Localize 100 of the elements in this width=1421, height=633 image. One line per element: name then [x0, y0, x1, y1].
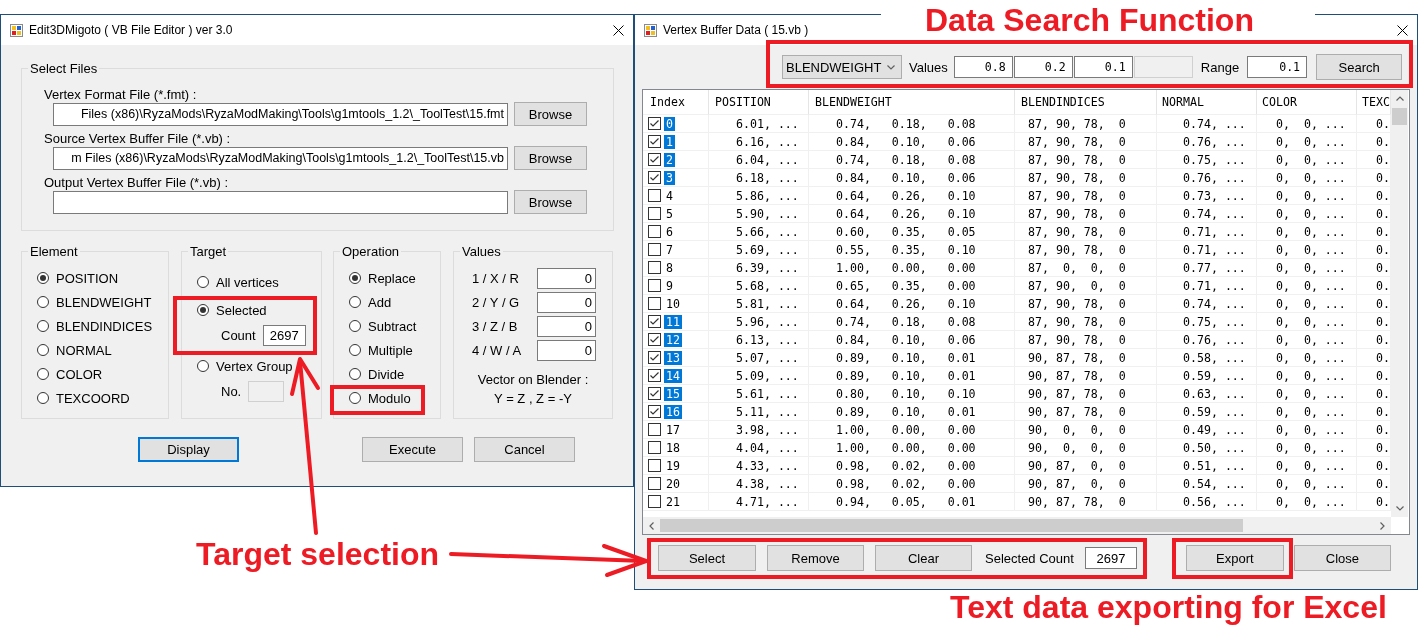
radio-option[interactable]: BLENDWEIGHT	[37, 294, 152, 310]
count-field[interactable]: 2697	[262, 324, 306, 346]
row-checkbox[interactable]	[648, 243, 661, 256]
row-index: 1	[664, 134, 675, 149]
export-button[interactable]: Export	[1185, 545, 1284, 571]
search-value-field[interactable]: 0.8	[953, 56, 1013, 78]
table-cell: 0, 0, ...	[1257, 331, 1357, 349]
row-checkbox[interactable]	[648, 135, 661, 148]
table-cell: 5.07, ...	[709, 349, 809, 367]
radio-option[interactable]: Replace	[349, 270, 416, 286]
radio-icon[interactable]	[197, 304, 209, 316]
file-path-field[interactable]: m Files (x86)\RyzaMods\RyzaModMaking\Tools\g1mtools_1.2\_ToolTest\15.vb	[53, 146, 508, 170]
radio-icon[interactable]	[197, 360, 209, 372]
radio-option[interactable]: Multiple	[349, 342, 413, 358]
radio-option[interactable]: TEXCOORD	[37, 390, 130, 406]
display-button[interactable]: Display	[138, 437, 239, 462]
radio-icon[interactable]	[349, 296, 361, 308]
search-value-field[interactable]: 0.1	[1073, 56, 1133, 78]
column-header[interactable]: COLOR	[1257, 90, 1357, 115]
value-field[interactable]: 0	[537, 268, 596, 289]
value-field[interactable]: 0	[537, 340, 596, 361]
element-dropdown[interactable]: BLENDWEIGHT	[782, 55, 902, 79]
radio-icon[interactable]	[197, 276, 209, 288]
value-field[interactable]: 0	[537, 292, 596, 313]
chevron-down-icon[interactable]	[887, 64, 895, 70]
chevron-left-icon[interactable]	[649, 521, 654, 530]
radio-option[interactable]: All vertices	[197, 274, 279, 290]
radio-option[interactable]: COLOR	[37, 366, 103, 382]
row-checkbox[interactable]	[648, 459, 661, 472]
range-field[interactable]: 0.1	[1247, 56, 1308, 78]
close-button[interactable]	[1397, 24, 1408, 36]
radio-option[interactable]: Vertex Group	[197, 358, 293, 374]
radio-option[interactable]: POSITION	[37, 270, 119, 286]
row-checkbox[interactable]	[648, 423, 661, 436]
row-checkbox[interactable]	[648, 261, 661, 274]
execute-button[interactable]: Execute	[362, 437, 463, 462]
table-cell: 0.80, 0.10, 0.10	[809, 385, 1015, 403]
radio-option[interactable]: Modulo	[349, 390, 411, 406]
column-header[interactable]: POSITION	[709, 90, 809, 115]
row-checkbox[interactable]	[648, 333, 661, 346]
row-checkbox[interactable]	[648, 297, 661, 310]
radio-icon[interactable]	[37, 344, 49, 356]
file-path-field[interactable]	[53, 190, 508, 214]
row-checkbox[interactable]	[648, 441, 661, 454]
row-checkbox[interactable]	[648, 405, 661, 418]
chevron-right-icon[interactable]	[1380, 521, 1385, 530]
search-value-field[interactable]: 0.2	[1013, 56, 1073, 78]
remove-button[interactable]: Remove	[767, 545, 864, 571]
radio-icon[interactable]	[349, 368, 361, 380]
browse-button[interactable]: Browse	[514, 190, 587, 214]
row-checkbox[interactable]	[648, 225, 661, 238]
file-path-field[interactable]: Files (x86)\RyzaMods\RyzaModMaking\Tools\g1mtools_1.2\_ToolTest\15.fmt	[53, 102, 508, 126]
row-checkbox[interactable]	[648, 171, 661, 184]
browse-button[interactable]: Browse	[514, 102, 587, 126]
row-checkbox[interactable]	[648, 315, 661, 328]
column-header[interactable]: BLENDWEIGHT	[809, 90, 1015, 115]
row-checkbox[interactable]	[648, 369, 661, 382]
selected-count-field[interactable]: 2697	[1084, 547, 1137, 569]
scrollbar-thumb[interactable]	[660, 519, 1243, 532]
value-field[interactable]: 0	[537, 316, 596, 337]
row-checkbox[interactable]	[648, 207, 661, 220]
column-header[interactable]: NORMAL	[1157, 90, 1257, 115]
column-header[interactable]: Index	[643, 90, 709, 115]
scrollbar-thumb[interactable]	[1392, 108, 1407, 125]
row-checkbox[interactable]	[648, 117, 661, 130]
radio-option[interactable]: Subtract	[349, 318, 417, 334]
radio-option[interactable]: Divide	[349, 366, 405, 382]
column-header[interactable]: BLENDINDICES	[1015, 90, 1157, 115]
row-checkbox[interactable]	[648, 279, 661, 292]
radio-icon[interactable]	[349, 344, 361, 356]
close-button[interactable]	[613, 24, 624, 36]
row-checkbox[interactable]	[648, 153, 661, 166]
radio-icon[interactable]	[349, 392, 361, 404]
chevron-up-icon[interactable]	[1395, 96, 1404, 101]
radio-option[interactable]: NORMAL	[37, 342, 112, 358]
vertical-scrollbar[interactable]	[1391, 90, 1408, 517]
cancel-button[interactable]: Cancel	[474, 437, 575, 462]
radio-icon[interactable]	[37, 272, 49, 284]
radio-icon[interactable]	[349, 272, 361, 284]
row-checkbox[interactable]	[648, 495, 661, 508]
select-button[interactable]: Select	[658, 545, 756, 571]
radio-icon[interactable]	[37, 368, 49, 380]
radio-option[interactable]: BLENDINDICES	[37, 318, 153, 334]
radio-icon[interactable]	[37, 392, 49, 404]
radio-option[interactable]: Add	[349, 294, 392, 310]
browse-button[interactable]: Browse	[514, 146, 587, 170]
row-checkbox[interactable]	[648, 477, 661, 490]
horizontal-scrollbar[interactable]	[643, 517, 1391, 534]
row-checkbox[interactable]	[648, 189, 661, 202]
chevron-down-icon[interactable]	[1395, 506, 1404, 511]
close-button[interactable]: Close	[1293, 545, 1391, 571]
radio-icon[interactable]	[349, 320, 361, 332]
radio-icon[interactable]	[37, 320, 49, 332]
radio-icon[interactable]	[37, 296, 49, 308]
row-checkbox[interactable]	[648, 387, 661, 400]
clear-button[interactable]: Clear	[875, 545, 972, 571]
radio-option[interactable]: Selected	[197, 302, 267, 318]
search-button[interactable]: Search	[1316, 54, 1403, 80]
row-checkbox[interactable]	[648, 351, 661, 364]
group-title: Select Files	[28, 61, 100, 76]
